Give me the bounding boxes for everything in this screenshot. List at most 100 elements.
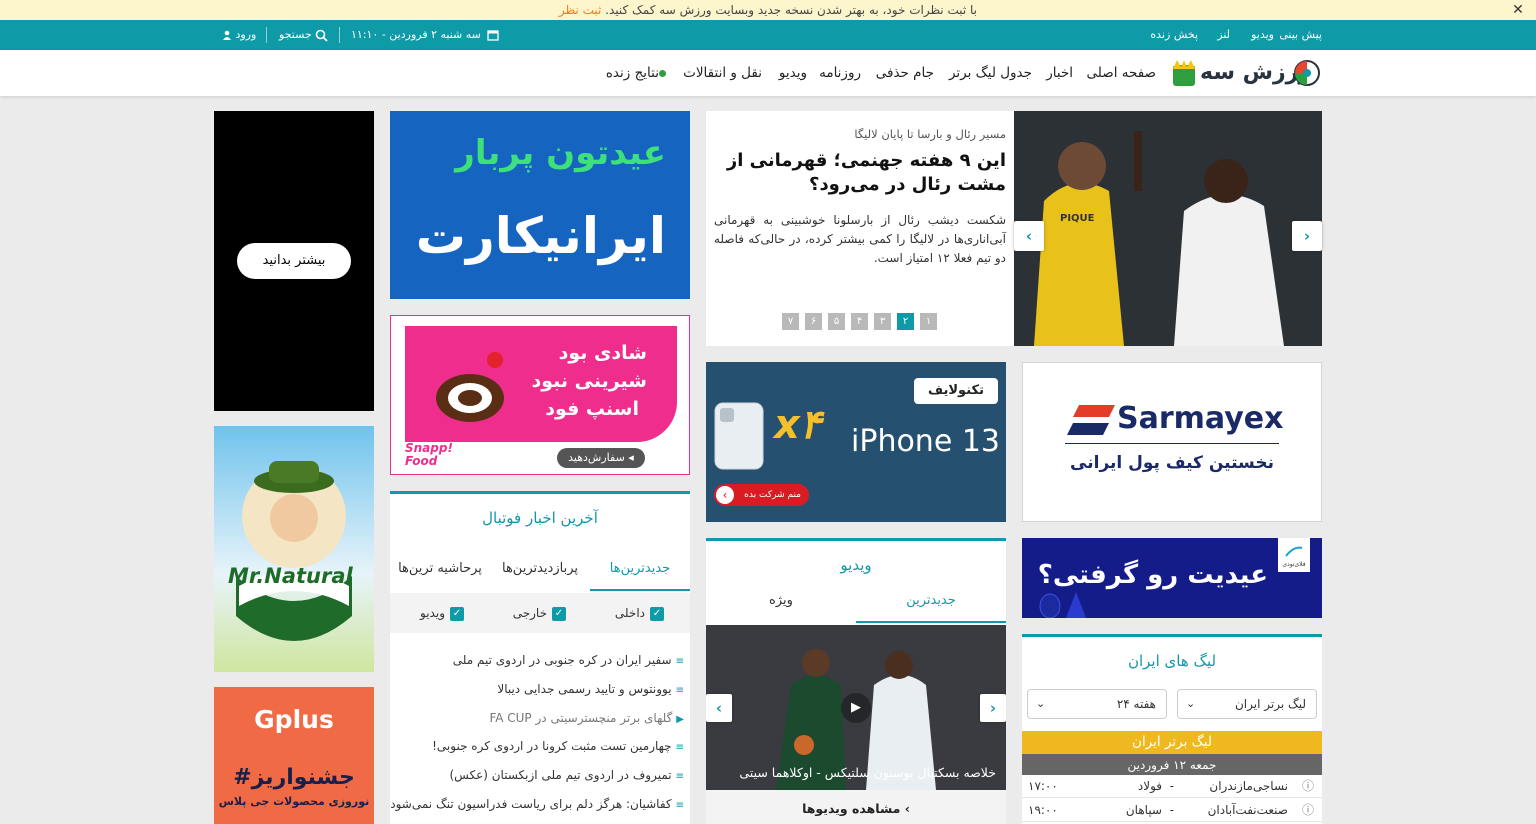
nav-newspaper[interactable]: روزنامه [819,50,861,96]
match-row[interactable]: ⓘ صنعت‌نفت‌آبادان - سپاهان ۱۹:۰۰ [1022,799,1322,822]
news-list-item[interactable]: ≡یوونتوس و تایید رسمی جدایی دیبالا [497,679,684,699]
hero-prev-button[interactable]: ‹ [1014,221,1044,251]
snapp-order-button[interactable]: سفارش‌دهید ◂ [557,448,645,468]
news-list-item[interactable]: ≡تمیروف در اردوی تیم ملی ازبکستان (عکس) [449,765,684,785]
eid-title: عیدیت رو گرفتی؟ [1037,560,1268,590]
news-item-title: کفاشیان: هرگز دلم برای ریاست فدراسیون تن… [390,797,672,811]
filter-foreign-label: خارجی [512,606,547,620]
nav-transfers[interactable]: نقل و انتقالات [683,50,762,96]
ad-flytoday[interactable]: فلای‌تودی عیدیت رو گرفتی؟ [1022,538,1322,618]
video-next-button[interactable]: › [980,694,1006,722]
ad-snappfood[interactable]: شادی بود شیرینی نبود اسنپ فود Snapp! Foo… [390,315,690,475]
ad-black-banner[interactable]: بیشتر بدانید [214,111,374,411]
video-widget: ویدیو جدیدترین ویژه ▶ ‹ › خلاصه بسکتبال … [706,538,1006,824]
main-nav: ورزش سه صفحه اصلی اخبار جدول لیگ برتر جا… [0,50,1536,96]
live-label: نتایج زنده [605,65,659,81]
hero-page-button[interactable]: ۲ [897,313,914,330]
close-icon[interactable]: ✕ [1510,0,1526,20]
chevron-right-icon: › [1303,227,1311,245]
hero-page-button[interactable]: ۵ [828,313,845,330]
tab-video-latest[interactable]: جدیدترین [856,579,1006,623]
hero-page-button[interactable]: ۶ [805,313,822,330]
article-icon: ≡ [675,771,684,783]
ad-mrnatural[interactable]: Mr.Natural [214,426,374,672]
tecno-multiplier: x۴ [774,402,822,448]
info-icon: ⓘ [1301,779,1314,793]
hero-next-button[interactable]: › [1292,221,1322,251]
hero-pagination: ۷۶۵۴۳۲۱ [776,313,937,330]
tecno-join-button[interactable]: منم شرکت بده ‹ [714,484,809,506]
video-thumbnail[interactable]: ▶ ‹ › خلاصه بسکتبال بوستون سلتیکس - اوکل… [706,625,1006,790]
ad-gplus[interactable]: Gplus #جشنواریز نوروزی محصولات جی پلاس [214,687,374,824]
score-separator: - [1169,803,1174,817]
egg-decoration-icon [1039,592,1086,618]
hero-page-button[interactable]: ۱ [920,313,937,330]
nav-home[interactable]: صفحه اصلی [1087,50,1156,96]
players-photo-icon [1014,111,1322,346]
ad-sarmayex[interactable]: Sarmayex نخستین کیف پول ایرانی [1022,362,1322,522]
notice-feedback-link[interactable]: ثبت نظر [559,3,601,17]
match-time: ۱۷:۰۰ [1028,779,1058,793]
chevron-down-icon: ⌄ [1036,697,1046,710]
live-dot-icon [659,69,666,77]
divider [266,27,267,43]
filter-video[interactable]: ✓ ویدیو [420,603,464,623]
hero-page-button[interactable]: ۴ [851,313,868,330]
site-logo[interactable]: ورزش سه [1172,58,1322,88]
feedback-notice: با ثبت نظرات خود، به بهتر شدن نسخه جدید … [0,0,1536,20]
play-icon[interactable]: ▶ [841,693,871,723]
hero-page-button[interactable]: ۳ [874,313,891,330]
article-icon: ≡ [675,684,684,696]
league-header: لیگ برتر ایران [1022,731,1322,754]
user-icon [223,30,231,40]
hero-image[interactable]: PIQUE [1014,111,1322,346]
snapp-line3: اسنپ فود [545,398,639,420]
ad-tecnolife[interactable]: تکنولایف x۴ iPhone 13 منم شرکت بده ‹ [706,362,1006,522]
hero-page-button[interactable]: ۷ [782,313,799,330]
tab-video-featured[interactable]: ویژه [706,579,856,623]
nav-news[interactable]: اخبار [1046,50,1073,96]
news-list-item[interactable]: ▶گلهای برتر منچسترسیتی در FA CUP [489,708,684,728]
farmer-logo-icon [236,461,352,641]
nav-hazfi-cup[interactable]: جام حذفی [876,50,934,96]
flytoday-brand: فلای‌تودی [1282,561,1306,568]
topbar-link-live[interactable]: پخش زنده [1150,20,1198,50]
news-item-title: چهارمین تست مثبت کرونا در اردوی کره جنوب… [432,739,672,754]
learn-more-button[interactable]: بیشتر بدانید [237,243,351,279]
gplus-brand: Gplus [254,705,334,734]
filter-domestic[interactable]: ✓ داخلی [615,603,664,623]
checkbox-checked-icon: ✓ [552,606,566,621]
match-date-header: جمعه ۱۲ فروردین [1022,754,1322,776]
top-bar: پیش بینی ویدیو لنز پخش زنده ورود جستجو س… [0,20,1536,50]
tab-most-viewed[interactable]: پربازدیدترین‌ها [490,547,590,591]
hero-title[interactable]: این ۹ هفته جهنمی؛ قهرمانی از مشت رئال در… [722,149,1006,197]
nav-league-table[interactable]: جدول لیگ برتر [949,50,1032,96]
video-prev-button[interactable]: ‹ [706,694,732,722]
login-label: ورود [235,28,257,41]
filter-foreign[interactable]: ✓ خارجی [513,603,566,623]
hero-summary: شکست دیشب رئال از بارسلونا خوشبینی به قه… [714,213,1006,265]
news-list-item[interactable]: ≡کفاشیان: هرگز دلم برای ریاست فدراسیون ت… [390,794,684,814]
topbar-link-lens[interactable]: لنز [1217,20,1230,50]
news-list-item[interactable]: ≡سفیر ایران در کره جنوبی در اردوی تیم مل… [453,650,684,670]
topbar-link-video[interactable]: ویدیو [1251,20,1274,50]
topbar-link-predict[interactable]: پیش بینی [1279,20,1322,50]
search-icon [315,29,328,42]
match-row[interactable]: ⓘ نساجی‌مازندران - فولاد ۱۷:۰۰ [1022,775,1322,798]
week-select[interactable]: هفته ۲۴ ⌄ [1027,689,1167,719]
video-title: ویدیو [840,556,872,574]
ad-iranicard[interactable]: عیدتون پربار ایرانیکارت [390,111,690,299]
tab-latest[interactable]: جدیدترین‌ها [590,547,690,591]
tecno-brand: تکنولایف [914,378,998,404]
news-list-item[interactable]: ≡چهارمین تست مثبت کرونا در اردوی کره جنو… [432,736,684,756]
chevron-left-icon: ‹ [1025,227,1033,245]
tab-controversial[interactable]: پرحاشیه ترین‌ها [390,547,490,591]
video-caption[interactable]: خلاصه بسکتبال بوستون سلتیکس - اوکلاهما س… [739,765,996,780]
login-button[interactable]: ورود [222,20,256,50]
nav-video[interactable]: ویدیو [779,50,807,96]
league-select[interactable]: لیگ برتر ایران ⌄ [1177,689,1317,719]
current-date: سه شنبه ۲ فروردین - ۱۱:۱۰ [351,20,500,50]
nav-live-results[interactable]: نتایج زنده [606,50,670,96]
more-videos-link[interactable]: مشاهده ویدیوها ‹ [706,790,1006,824]
search-button[interactable]: جستجو [279,20,328,50]
